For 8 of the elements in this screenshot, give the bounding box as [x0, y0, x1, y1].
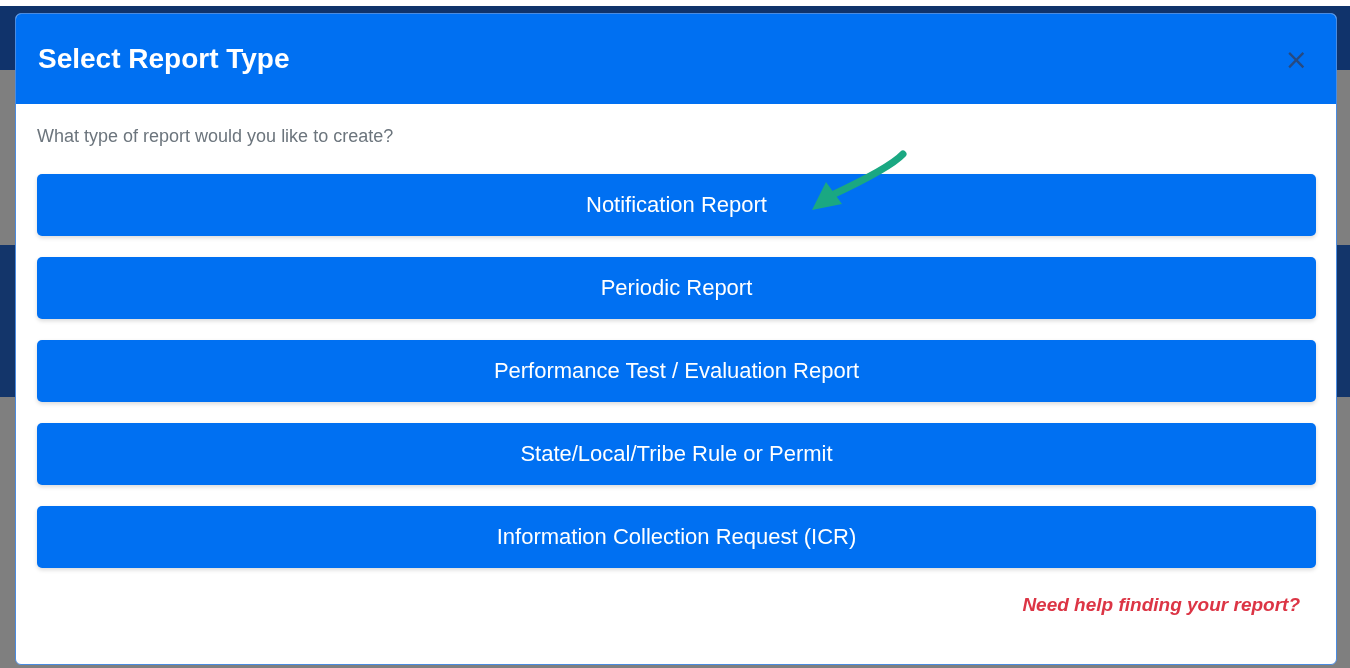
- report-type-button[interactable]: Notification Report: [37, 174, 1316, 236]
- prompt-text: What type of report would you like to create?: [37, 126, 395, 147]
- report-type-button[interactable]: Information Collection Request (ICR): [37, 506, 1316, 568]
- dialog-title: Select Report Type: [38, 43, 290, 75]
- help-link[interactable]: Need help finding your report?: [1022, 594, 1300, 616]
- report-type-button[interactable]: State/Local/Tribe Rule or Permit: [37, 423, 1316, 485]
- report-type-button[interactable]: Periodic Report: [37, 257, 1316, 319]
- report-type-button[interactable]: Performance Test / Evaluation Report: [37, 340, 1316, 402]
